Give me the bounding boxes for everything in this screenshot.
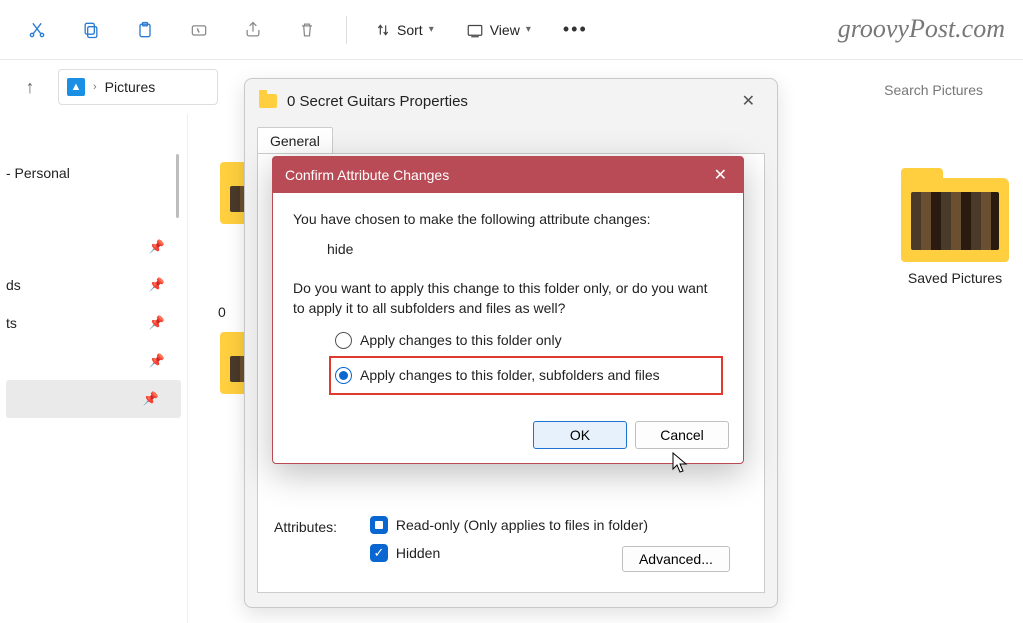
watermark: groovyPost.com <box>838 14 1005 44</box>
sidebar-item[interactable]: ts 📌 <box>0 304 187 342</box>
view-icon <box>466 22 484 38</box>
pin-icon: 📌 <box>149 315 165 331</box>
pin-icon: 📌 <box>149 277 165 293</box>
sort-dropdown[interactable]: Sort ▾ <box>363 10 446 50</box>
pin-icon: 📌 <box>143 391 159 407</box>
toolbar-separator <box>346 16 347 44</box>
sidebar-item-label: - Personal <box>6 165 70 181</box>
confirm-titlebar[interactable]: Confirm Attribute Changes ✕ <box>273 157 743 193</box>
folder-item[interactable]: Saved Pictures <box>895 178 1015 286</box>
chevron-down-icon: ▾ <box>429 24 434 35</box>
folder-icon <box>259 94 277 108</box>
folder-label: Saved Pictures <box>895 270 1015 286</box>
sidebar-item[interactable]: 📌 <box>0 342 187 380</box>
confirm-buttons: OK Cancel <box>273 411 743 463</box>
checkbox-checked-icon[interactable]: ✓ <box>370 544 388 562</box>
radio-folder-only[interactable]: Apply changes to this folder only <box>333 326 723 354</box>
highlight-box: Apply changes to this folder, subfolders… <box>329 356 723 394</box>
sidebar: - Personal 📌 ds 📌 ts 📌 📌 📌 <box>0 114 188 623</box>
chevron-right-icon: › <box>93 81 97 93</box>
confirm-change: hide <box>293 229 723 277</box>
radio-icon[interactable] <box>335 332 352 349</box>
up-icon[interactable]: ↑ <box>16 77 44 98</box>
sort-icon <box>375 22 391 38</box>
more-button[interactable]: ••• <box>551 10 600 50</box>
confirm-title-text: Confirm Attribute Changes <box>285 167 449 183</box>
sidebar-item-label: ds <box>6 277 21 293</box>
sidebar-item[interactable]: 📌 <box>0 228 187 266</box>
pictures-icon: ▲ <box>67 78 85 96</box>
hidden-label: Hidden <box>396 545 440 561</box>
readonly-checkbox-row[interactable]: Read-only (Only applies to files in fold… <box>370 516 730 534</box>
radio-group: Apply changes to this folder only Apply … <box>293 318 723 397</box>
cancel-button[interactable]: Cancel <box>635 421 729 449</box>
advanced-button[interactable]: Advanced... <box>622 546 730 572</box>
sidebar-item[interactable]: 📌 <box>6 380 181 418</box>
paste-icon[interactable] <box>122 10 168 50</box>
view-label: View <box>490 22 520 38</box>
view-dropdown[interactable]: View ▾ <box>454 10 543 50</box>
checkbox-indeterminate-icon[interactable] <box>370 516 388 534</box>
pin-icon: 📌 <box>149 239 165 255</box>
ok-button[interactable]: OK <box>533 421 627 449</box>
share-icon[interactable] <box>230 10 276 50</box>
ellipsis-icon: ••• <box>563 19 588 40</box>
sort-label: Sort <box>397 22 423 38</box>
pin-icon: 📌 <box>149 353 165 369</box>
sidebar-item[interactable]: - Personal <box>0 154 187 192</box>
breadcrumb-location: Pictures <box>105 79 156 95</box>
confirm-question: Do you want to apply this change to this… <box>293 278 723 319</box>
cut-icon[interactable] <box>14 10 60 50</box>
radio-label: Apply changes to this folder only <box>360 330 562 350</box>
breadcrumb[interactable]: ▲ › Pictures <box>58 69 218 105</box>
radio-checked-icon[interactable] <box>335 367 352 384</box>
properties-titlebar[interactable]: 0 Secret Guitars Properties ✕ <box>245 79 777 123</box>
radio-label: Apply changes to this folder, subfolders… <box>360 365 660 385</box>
attributes-section: Attributes: Read-only (Only applies to f… <box>274 516 748 572</box>
confirm-intro: You have chosen to make the following at… <box>293 209 723 229</box>
properties-title: 0 Secret Guitars Properties <box>287 93 724 110</box>
confirm-dialog: Confirm Attribute Changes ✕ You have cho… <box>272 156 744 464</box>
sidebar-item[interactable]: ds 📌 <box>0 266 187 304</box>
search-input[interactable]: Search Pictures <box>884 82 983 98</box>
sidebar-item-label: ts <box>6 315 17 331</box>
delete-icon[interactable] <box>284 10 330 50</box>
attributes-label: Attributes: <box>274 516 366 535</box>
readonly-label: Read-only (Only applies to files in fold… <box>396 517 648 533</box>
folder-icon <box>901 178 1009 262</box>
chevron-down-icon: ▾ <box>526 24 531 35</box>
radio-recursive[interactable]: Apply changes to this folder, subfolders… <box>333 361 715 389</box>
close-icon[interactable]: ✕ <box>734 87 763 115</box>
confirm-body: You have chosen to make the following at… <box>273 193 743 411</box>
rename-icon[interactable] <box>176 10 222 50</box>
tab-general[interactable]: General <box>257 127 333 153</box>
copy-icon[interactable] <box>68 10 114 50</box>
close-icon[interactable]: ✕ <box>710 165 731 185</box>
folder-label-partial: 0 <box>218 304 226 320</box>
properties-tabs: General <box>245 123 777 153</box>
